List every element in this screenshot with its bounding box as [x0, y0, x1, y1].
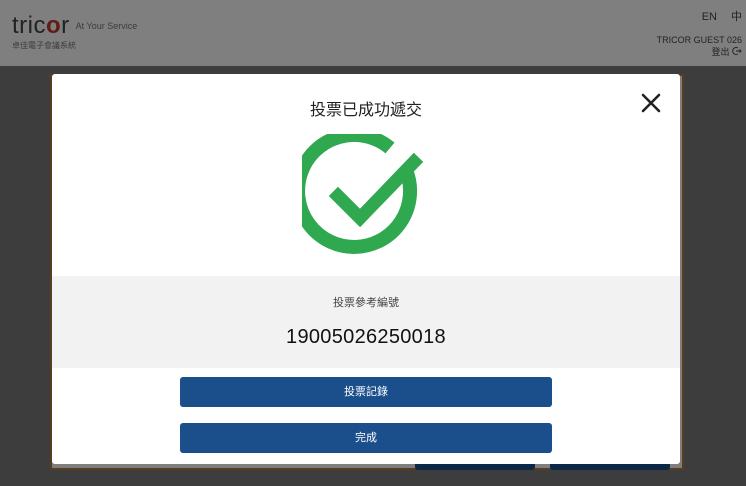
dialog-title: 投票已成功遞交 [309, 102, 422, 119]
voting-record-button[interactable]: 投票記錄 [180, 377, 552, 407]
done-button[interactable]: 完成 [180, 423, 552, 453]
reference-number: 19005026250018 [286, 326, 446, 348]
reference-panel: 投票參考編號 19005026250018 [52, 276, 680, 368]
checkmark-circle-icon [302, 134, 424, 254]
reference-label: 投票參考編號 [333, 297, 399, 309]
vote-success-dialog: 投票已成功遞交 投票參考編號 19005026250018 投票記錄 完成 [52, 74, 680, 464]
close-icon[interactable] [640, 92, 662, 114]
